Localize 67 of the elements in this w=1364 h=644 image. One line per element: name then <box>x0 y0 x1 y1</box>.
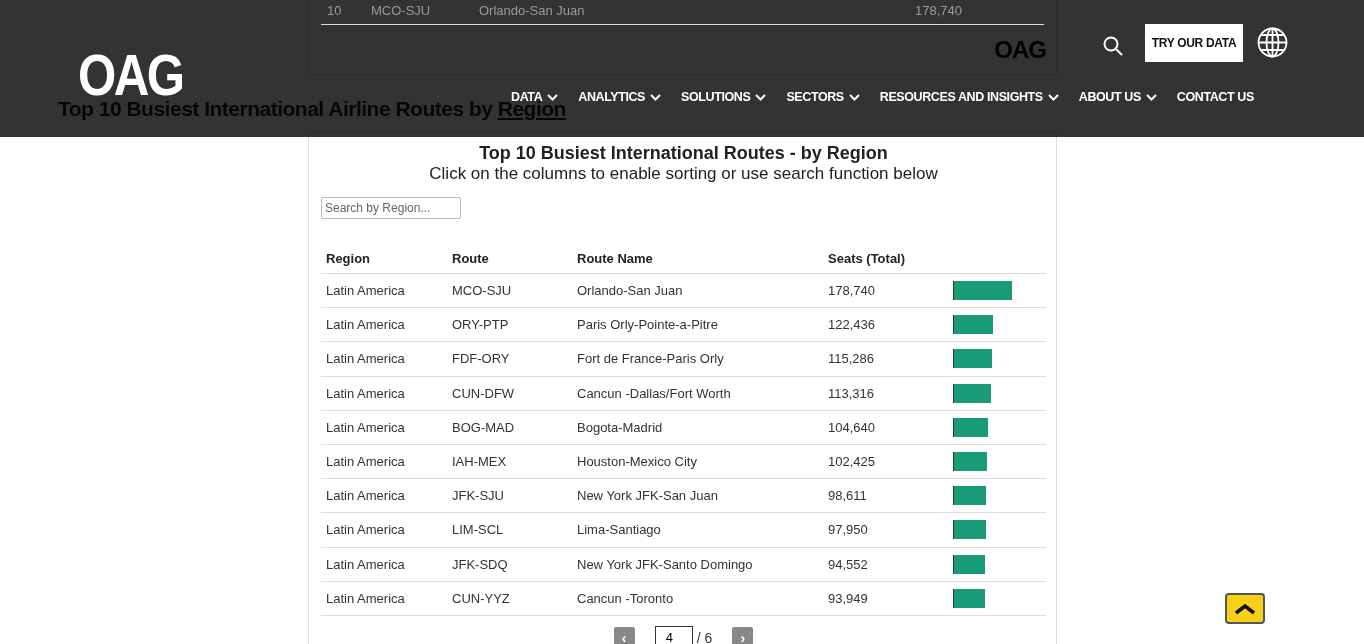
table-cell-text: Latin America <box>326 488 406 504</box>
table-cell-text: Orlando-San Juan <box>479 3 586 20</box>
table-cell-text: CUN-DFW <box>452 385 516 401</box>
table-cell-text: 10 <box>327 3 343 20</box>
table-cell-text: Latin America <box>326 283 406 299</box>
table-subtitle: Click on the columns to enable sorting or use search function below <box>428 164 939 184</box>
column-header[interactable]: Region <box>326 250 452 266</box>
column-header[interactable]: Seats (Total) <box>828 250 953 266</box>
table-cell-text: 178,740 <box>915 3 963 20</box>
nav-item[interactable]: ANALYTICS <box>578 90 662 104</box>
table-cell-text: MCO-SJU <box>371 3 432 20</box>
table-title: Top 10 Busiest International Routes - by Region <box>478 143 889 164</box>
table-cell-text: Cancun -Dallas/Fort Worth <box>577 385 732 401</box>
table-cell-text: BOG-MAD <box>452 419 516 435</box>
table-cell-text: LIM-SCL <box>452 522 505 538</box>
next-page-button[interactable]: › <box>732 626 754 644</box>
table-cell-text: ORY-PTP <box>452 317 510 333</box>
table-cell-text: Fort de France-Paris Orly <box>577 351 725 367</box>
page-number-field[interactable]: 4 <box>654 625 693 644</box>
table-cell-text: MCO-SJU <box>452 283 513 299</box>
table-cell-text: Paris Orly-Pointe-a-Pitre <box>577 317 719 333</box>
table-cell-text: 104,640 <box>828 419 876 435</box>
table-cell-text: Latin America <box>326 385 406 401</box>
table-cell-text: JFK-SJU <box>452 488 505 504</box>
back-to-top-button[interactable] <box>1225 593 1265 624</box>
nav-item[interactable]: CONTACT US <box>1176 90 1254 104</box>
search-field[interactable]: Search by Region... <box>321 197 461 219</box>
globe-icon[interactable] <box>1257 27 1288 58</box>
table-cell-text: 115,286 <box>828 351 876 367</box>
table-cell-text: Latin America <box>326 522 406 538</box>
table-cell-text: Latin America <box>326 317 406 333</box>
table-cell-text: Latin America <box>326 419 406 435</box>
table-cell-text: Latin America <box>326 590 406 606</box>
table-cell-text: 122,436 <box>828 317 876 333</box>
column-header[interactable]: Route Name <box>577 250 828 266</box>
table-cell-text: Houston-Mexico City <box>577 454 698 470</box>
table-cell-text: JFK-SDQ <box>452 556 509 572</box>
table-cell-text: 97,950 <box>828 522 869 538</box>
table-cell-text: Latin America <box>326 454 406 470</box>
table-cell-text: Latin America <box>326 556 406 572</box>
search-icon[interactable] <box>1103 36 1124 57</box>
table-cell-text: 93,949 <box>828 590 869 606</box>
table-cell-text: New York JFK-San Juan <box>577 488 719 504</box>
table-cell-text: 102,425 <box>828 454 876 470</box>
table-cell-text: 98,611 <box>828 488 868 504</box>
table-cell-text: IAH-MEX <box>452 454 508 470</box>
table-cell-text: New York JFK-Santo Domingo <box>577 556 754 572</box>
nav-item[interactable]: ABOUT US <box>1078 90 1157 104</box>
try-our-data-button[interactable]: TRY OUR DATA <box>1145 24 1243 62</box>
table-cell-text: Bogota-Madrid <box>577 419 664 435</box>
table-cell-text: 113,316 <box>828 385 876 401</box>
table-cell-text: 178,740 <box>828 283 876 299</box>
site-logo[interactable]: OAG <box>78 46 183 104</box>
chevron-up-icon <box>1234 602 1256 615</box>
table-cell-text: FDF-ORY <box>452 351 511 367</box>
table-cell-text: Cancun -Toronto <box>577 590 675 606</box>
table-cell-text: Latin America <box>326 351 406 367</box>
table-cell-text: Lima-Santiago <box>577 522 662 538</box>
page-total: / 6 <box>696 629 713 644</box>
table-cell-text: 94,552 <box>828 556 869 572</box>
nav-item[interactable]: RESOURCES AND INSIGHTS <box>879 90 1059 104</box>
table-cell-text: Orlando-San Juan <box>577 283 684 299</box>
nav-item[interactable]: SECTORS <box>786 90 860 104</box>
table-cell-text: CUN-YYZ <box>452 590 511 606</box>
previous-page-button[interactable]: ‹ <box>613 626 635 644</box>
nav-item[interactable]: SOLUTIONS <box>681 90 767 104</box>
column-header[interactable]: Route <box>452 250 577 266</box>
